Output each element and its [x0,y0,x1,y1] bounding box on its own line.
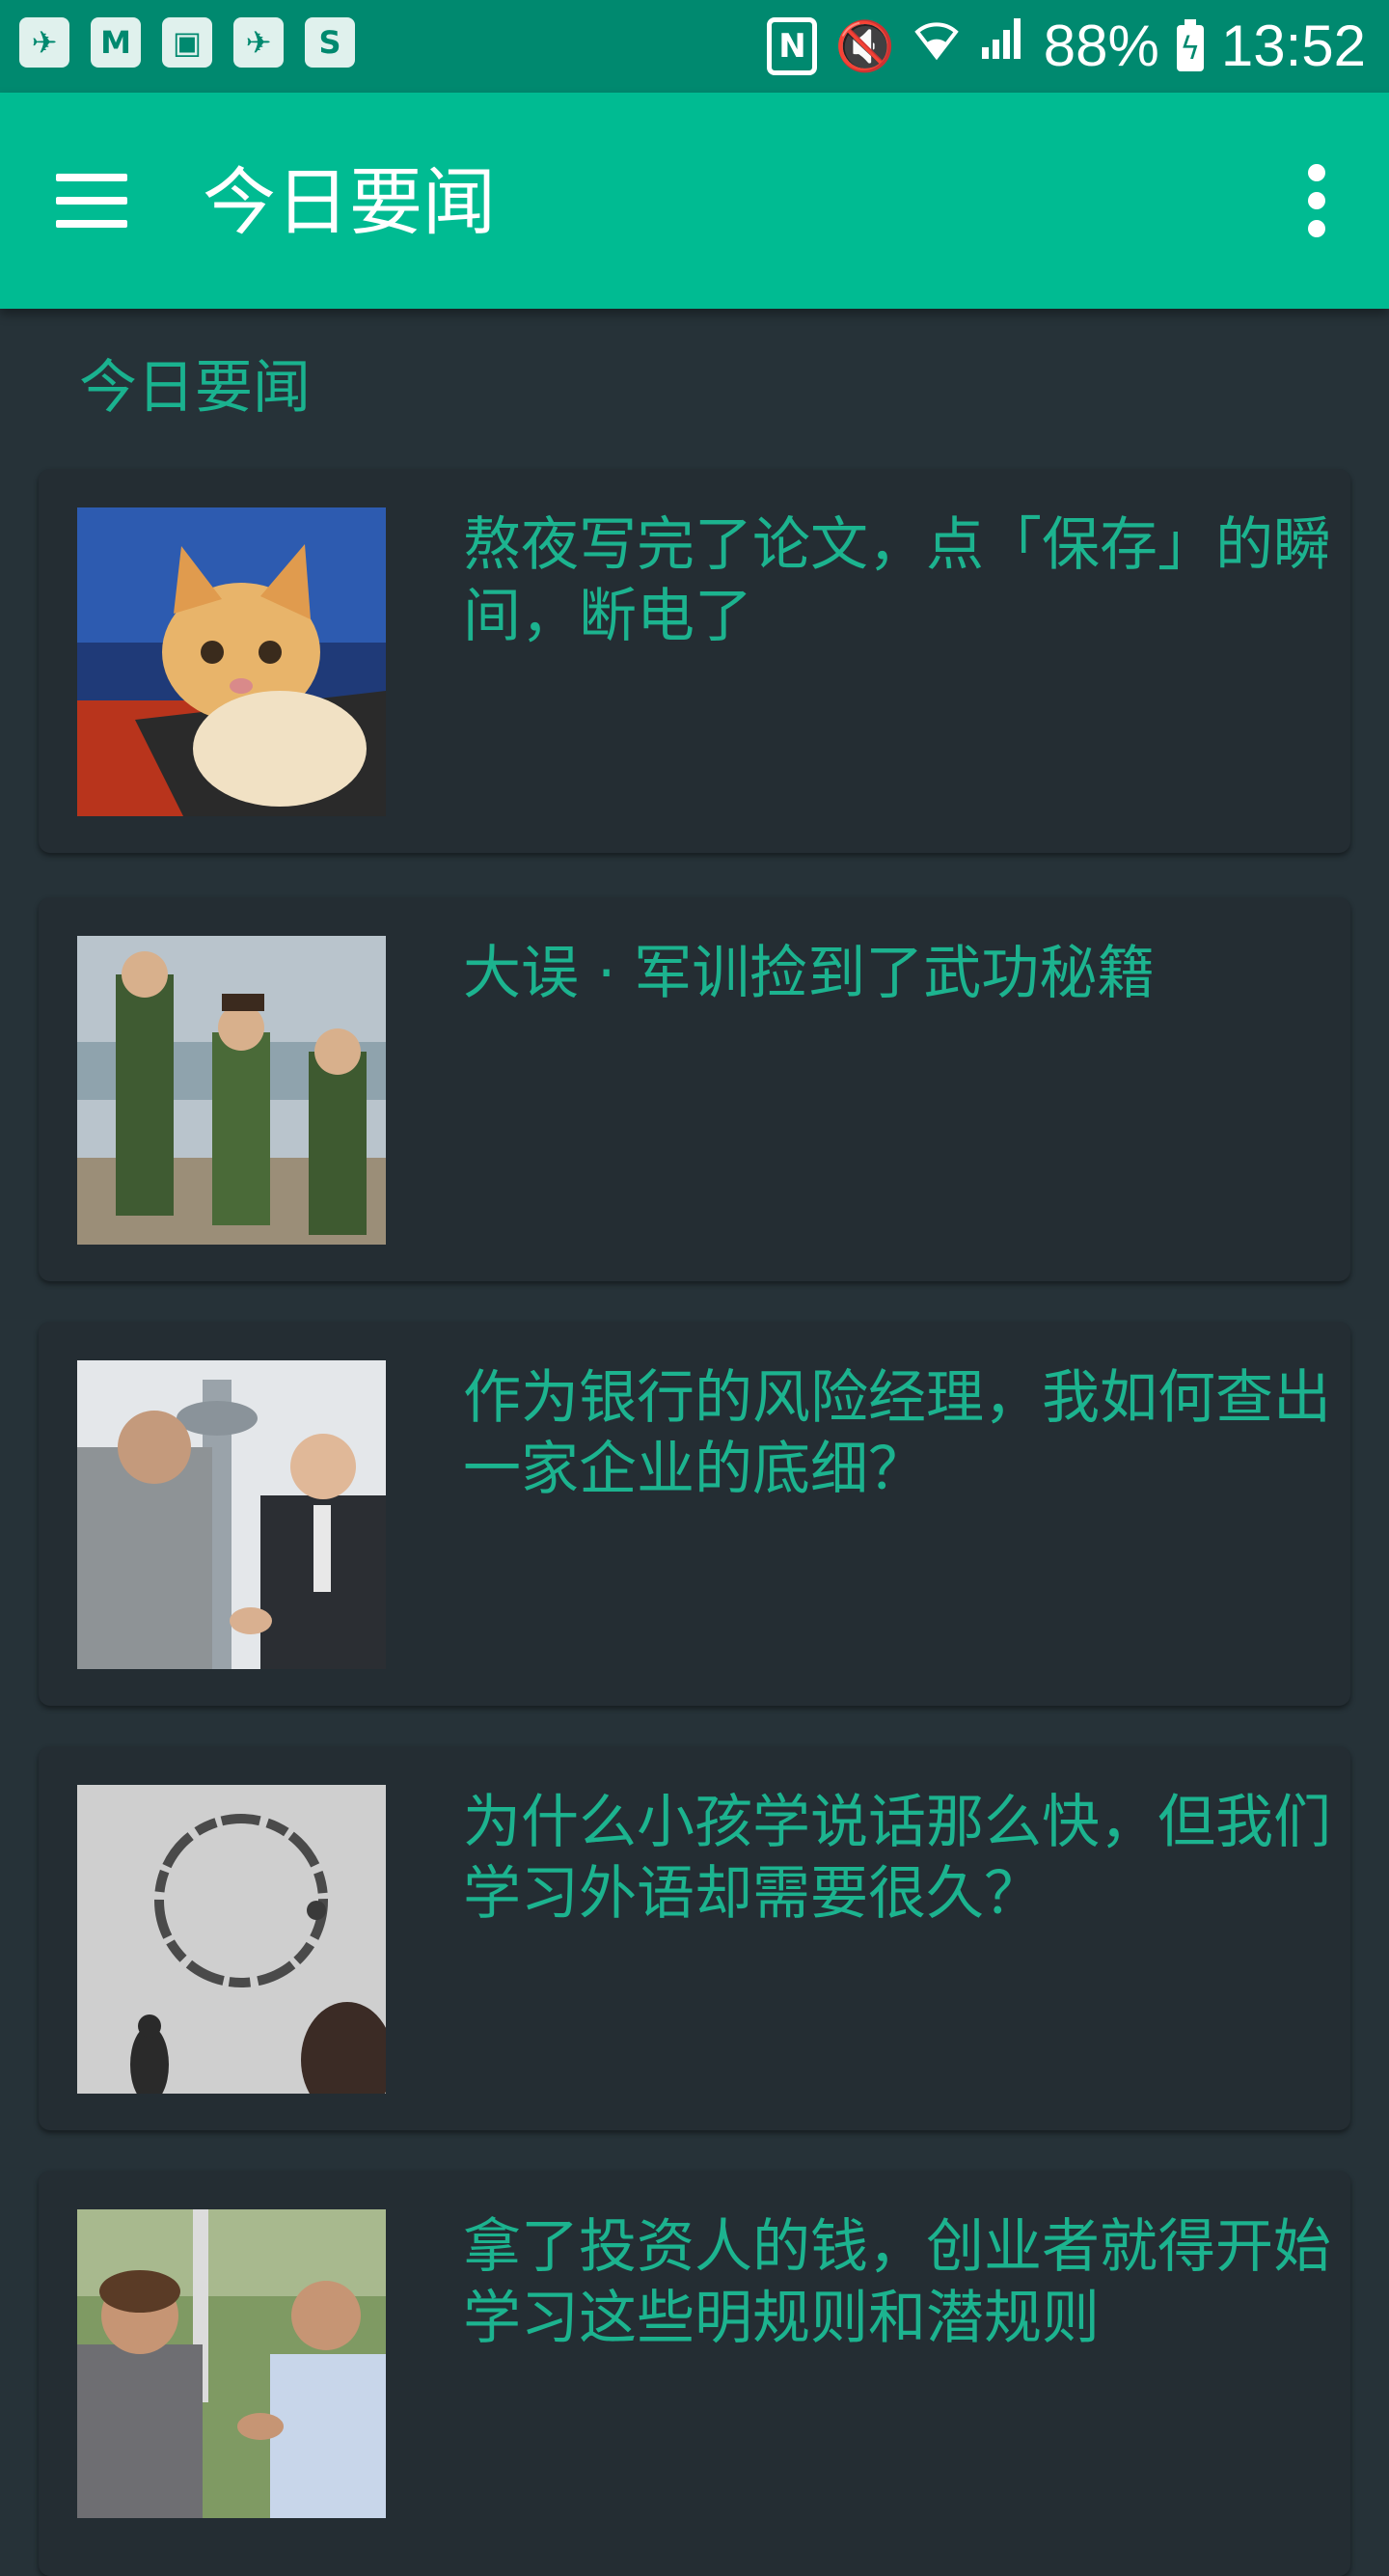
story-thumbnail [77,507,386,816]
notification-icons: ✈ M ▣ ✈ S [19,17,355,68]
story-card[interactable]: 大误 · 军训捡到了武功秘籍 [39,897,1350,1281]
gallery-icon: ▣ [162,17,212,68]
story-card[interactable]: 为什么小孩学说话那么快，但我们学习外语却需要很久？ [39,1746,1350,2130]
page-title: 今日要闻 [203,159,496,245]
story-thumbnail [77,1360,386,1669]
story-card[interactable]: 作为银行的风险经理，我如何查出一家企业的底细？ [39,1322,1350,1706]
hamburger-menu-icon[interactable] [54,174,131,228]
cell-signal-icon [978,0,1026,93]
story-card[interactable]: 拿了投资人的钱，创业者就得开始学习这些明规则和潜规则 [39,2171,1350,2576]
story-title: 作为银行的风险经理，我如何查出一家企业的底细？ [463,1364,1331,1503]
app-notification-icon: ✈ [233,17,284,68]
system-indicators: N 🔇 88% ϟ 13:52 [767,0,1366,93]
battery-percent: 88% [1043,14,1159,78]
story-thumbnail [77,936,386,1245]
battery-charging-icon: ϟ [1176,19,1204,71]
more-vert-icon[interactable] [1306,164,1329,237]
story-title: 为什么小孩学说话那么快，但我们学习外语却需要很久？ [463,1789,1331,1928]
nfc-icon: N [767,17,818,75]
moji-weather-icon: M [91,17,141,68]
story-title: 拿了投资人的钱，创业者就得开始学习这些明规则和潜规则 [463,2213,1331,2352]
app-notification-icon: ✈ [19,17,69,68]
section-header: 今日要闻 [79,354,311,422]
wifi-icon [912,0,961,93]
status-bar: ✈ M ▣ ✈ S N 🔇 88% ϟ 13:52 [0,0,1389,93]
story-thumbnail [77,1785,386,2094]
story-title: 熬夜写完了论文，点「保存」的瞬间，断电了 [463,511,1331,650]
story-thumbnail [77,2209,386,2518]
story-card[interactable]: 熬夜写完了论文，点「保存」的瞬间，断电了 [39,469,1350,853]
app-bar: 今日要闻 [0,93,1389,309]
skype-icon: S [305,17,355,68]
story-title: 大误 · 军训捡到了武功秘籍 [463,940,1156,1007]
vibrate-mute-icon: 🔇 [834,18,895,74]
status-time: 13:52 [1220,14,1366,78]
